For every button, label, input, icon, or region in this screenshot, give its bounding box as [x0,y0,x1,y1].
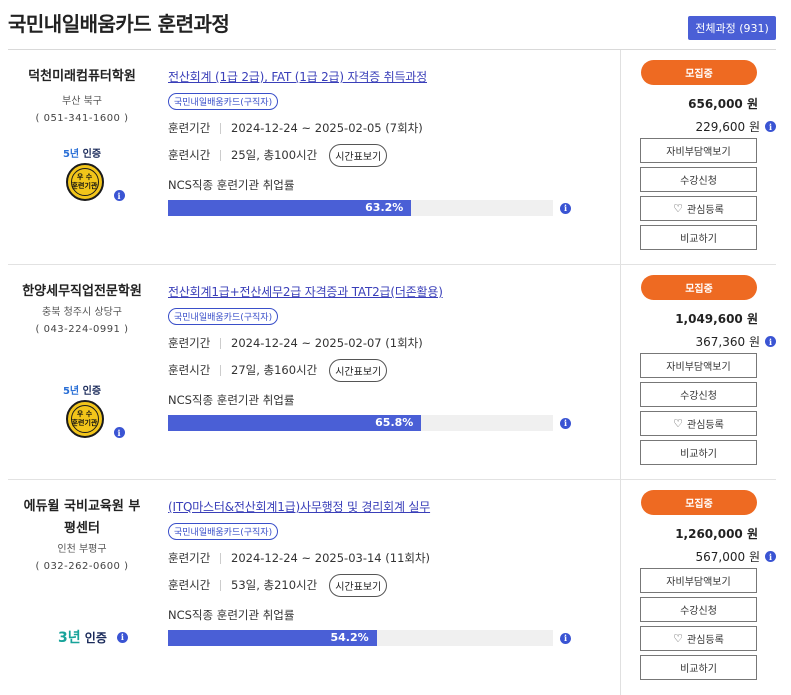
training-hours: 훈련시간 27일, 총160시간 시간표보기 [168,358,588,382]
institute-area: 충북 청주시 상당구 [42,307,122,318]
info-icon[interactable]: i [560,417,571,429]
institute-name[interactable]: 덕천미래컴퓨터학원 [8,66,156,88]
info-icon[interactable]: i [560,202,571,214]
info-icon[interactable]: i [560,632,571,644]
course-row: 덕천미래컴퓨터학원 부산 북구 ( 051-341-1600 ) 5년 인증 우… [8,50,776,265]
info-icon[interactable]: i [113,427,125,438]
employment-rate-bar: 63.2% [168,200,553,216]
info-icon[interactable]: i [765,551,776,562]
course-detail: (ITQ마스터&전산회계1급)사무행정 및 경리회계 실무 국민내일배움카드(구… [168,480,588,646]
course-row: 에듀윌 국비교육원 부평센터 인천 부평구 ( 032-262-0600 ) 3… [8,480,776,695]
course-actions: 모집중 1,049,600 원 367,360 원i 자비부담액보기 수강신청 … [620,265,776,479]
timetable-button[interactable]: 시간표보기 [329,143,388,167]
info-icon[interactable]: i [765,121,776,132]
compare-button[interactable]: 비교하기 [640,225,757,250]
course-actions: 모집중 656,000 원 229,600 원i 자비부담액보기 수강신청 ♡ 관… [620,50,776,264]
heart-icon: ♡ [673,632,684,645]
training-hours: 훈련시간 25일, 총100시간 시간표보기 [168,143,588,167]
interest-button[interactable]: ♡ 관심등록 [640,411,757,436]
cert-label: 5년 인증 [62,386,102,397]
certification: 5년 인증 우 수 훈련기관 i [8,382,156,438]
excellent-institute-medal-icon: 우 수 훈련기관 [65,400,104,438]
course-row: 한양세무직업전문학원 충북 청주시 상당구 ( 043-224-0991 ) 5… [8,265,776,480]
cert-label: 3년 인증 [58,630,107,646]
institute-phone: ( 032-262-0600 ) [35,561,129,572]
employment-rate-value: 63.2% [365,201,404,214]
info-icon[interactable]: i [765,336,776,347]
employment-rate-value: 65.8% [375,416,414,429]
institute-area: 부산 북구 [62,96,102,107]
certification: 5년 인증 우 수 훈련기관 i [8,145,156,201]
course-list: 덕천미래컴퓨터학원 부산 북구 ( 051-341-1600 ) 5년 인증 우… [8,49,776,695]
self-pay-button[interactable]: 자비부담액보기 [640,568,757,593]
apply-button[interactable]: 수강신청 [640,167,757,192]
card-type-tag: 국민내일배움카드(구직자) [168,93,279,110]
self-pay-button[interactable]: 자비부담액보기 [640,353,757,378]
info-icon[interactable]: i [116,631,128,643]
self-pay-amount: 367,360 원i [696,333,776,350]
self-pay-amount: 567,000 원i [696,548,776,565]
cert-label: 5년 인증 [62,149,102,160]
recruiting-badge: 모집중 [641,60,757,85]
training-hours: 훈련시간 53일, 총210시간 시간표보기 [168,573,588,597]
compare-button[interactable]: 비교하기 [640,655,757,680]
apply-button[interactable]: 수강신청 [640,597,757,622]
ncs-label: NCS직종 훈련기관 취업률 [168,178,295,192]
employment-rate-bar: 54.2% [168,630,553,646]
training-period: 훈련기간 2024-12-24 ~ 2025-02-05 (7회차) [168,121,423,135]
course-price: 1,049,600 원 [675,312,758,326]
institute-phone: ( 043-224-0991 ) [35,324,129,335]
recruiting-badge: 모집중 [641,490,757,515]
compare-button[interactable]: 비교하기 [640,440,757,465]
interest-button[interactable]: ♡ 관심등록 [640,196,757,221]
info-icon[interactable]: i [113,190,125,201]
apply-button[interactable]: 수강신청 [640,382,757,407]
training-period: 훈련기간 2024-12-24 ~ 2025-02-07 (1회차) [168,336,423,350]
course-price: 656,000 원 [688,97,758,111]
card-type-tag: 국민내일배움카드(구직자) [168,523,279,540]
self-pay-amount: 229,600 원i [696,118,776,135]
institute-info: 에듀윌 국비교육원 부평센터 인천 부평구 ( 032-262-0600 ) [8,480,156,572]
employment-rate-value: 54.2% [330,631,369,644]
heart-icon: ♡ [673,417,684,430]
institute-area: 인천 부평구 [57,544,107,555]
page-title: 국민내일배움카드 훈련과정 [8,12,230,36]
training-period: 훈련기간 2024-12-24 ~ 2025-03-14 (11회차) [168,551,431,565]
certification: 3년 인증 i [58,627,128,647]
institute-phone: ( 051-341-1600 ) [35,113,129,124]
all-courses-button[interactable]: 전체과정 (931) [688,16,776,40]
timetable-button[interactable]: 시간표보기 [329,573,388,597]
recruiting-badge: 모집중 [641,275,757,300]
institute-info: 한양세무직업전문학원 충북 청주시 상당구 ( 043-224-0991 ) [8,265,156,335]
self-pay-button[interactable]: 자비부담액보기 [640,138,757,163]
course-detail: 전산회계1급+전산세무2급 자격증과 TAT2급(더존활용) 국민내일배움카드(… [168,265,588,431]
course-title-link[interactable]: (ITQ마스터&전산회계1급)사무행정 및 경리회계 실무 [168,498,430,515]
course-detail: 전산회계 (1급 2급), FAT (1급 2급) 자격증 취득과정 국민내일배… [168,50,588,216]
course-price: 1,260,000 원 [675,527,758,541]
employment-rate-bar: 65.8% [168,415,553,431]
institute-name[interactable]: 한양세무직업전문학원 [8,281,156,303]
course-title-link[interactable]: 전산회계1급+전산세무2급 자격증과 TAT2급(더존활용) [168,283,443,300]
ncs-label: NCS직종 훈련기관 취업률 [168,393,295,407]
institute-name[interactable]: 에듀윌 국비교육원 부평센터 [8,496,156,540]
course-actions: 모집중 1,260,000 원 567,000 원i 자비부담액보기 수강신청 … [620,480,776,695]
institute-info: 덕천미래컴퓨터학원 부산 북구 ( 051-341-1600 ) [8,50,156,124]
heart-icon: ♡ [673,202,684,215]
course-title-link[interactable]: 전산회계 (1급 2급), FAT (1급 2급) 자격증 취득과정 [168,68,427,85]
timetable-button[interactable]: 시간표보기 [329,358,388,382]
card-type-tag: 국민내일배움카드(구직자) [168,308,279,325]
ncs-label: NCS직종 훈련기관 취업률 [168,608,295,622]
excellent-institute-medal-icon: 우 수 훈련기관 [65,163,104,201]
interest-button[interactable]: ♡ 관심등록 [640,626,757,651]
